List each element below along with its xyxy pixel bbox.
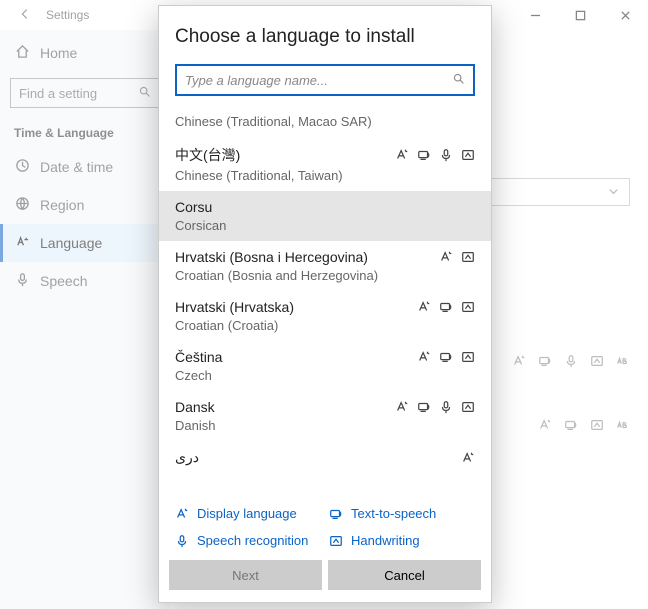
- language-item[interactable]: Hrvatski (Bosna i Hercegovina)Croatian (…: [159, 241, 491, 291]
- language-item[interactable]: ČeštinaCzech: [159, 341, 491, 391]
- language-search-input[interactable]: [175, 64, 475, 96]
- sidebar-item-label: Date & time: [40, 159, 113, 175]
- sidebar-item-label: Language: [40, 235, 102, 251]
- sidebar-item-speech[interactable]: Speech: [0, 262, 170, 300]
- search-icon: [138, 85, 151, 101]
- language-item[interactable]: Hrvatski (Hrvatska)Croatian (Croatia): [159, 291, 491, 341]
- back-icon[interactable]: [18, 7, 32, 24]
- sidebar-search-placeholder: Find a setting: [19, 86, 97, 101]
- maximize-button[interactable]: [558, 0, 603, 30]
- next-button[interactable]: Next: [169, 560, 322, 590]
- sidebar-item-region[interactable]: Region: [0, 186, 170, 224]
- globe-icon: [14, 196, 30, 214]
- clock-icon: [14, 158, 30, 176]
- sidebar-home[interactable]: Home: [0, 36, 170, 70]
- sidebar-item-label: Region: [40, 197, 84, 213]
- legend-speech: Speech recognition: [175, 533, 321, 548]
- sidebar-item-language[interactable]: Language: [0, 224, 170, 262]
- sidebar-home-label: Home: [40, 45, 77, 61]
- language-item[interactable]: CorsuCorsican: [159, 191, 491, 241]
- cancel-button[interactable]: Cancel: [328, 560, 481, 590]
- close-button[interactable]: [603, 0, 648, 30]
- language-item[interactable]: DanskDanish: [159, 391, 491, 441]
- app-title: Settings: [46, 8, 89, 22]
- dialog-title: Choose a language to install: [159, 6, 491, 58]
- home-icon: [14, 44, 30, 62]
- legend-tts: Text-to-speech: [329, 506, 475, 521]
- sidebar-item-datetime[interactable]: Date & time: [0, 148, 170, 186]
- language-item[interactable]: دری: [159, 441, 491, 474]
- mic-icon: [14, 272, 30, 290]
- language-item[interactable]: 中文(台灣)Chinese (Traditional, Taiwan): [159, 137, 491, 191]
- chevron-down-icon: [608, 185, 619, 200]
- language-item[interactable]: Chinese (Traditional, Macao SAR): [159, 106, 491, 137]
- settings-sidebar: Home Find a setting Time & Language Date…: [0, 30, 170, 609]
- language-list[interactable]: Chinese (Traditional, Macao SAR)中文(台灣)Ch…: [159, 106, 491, 498]
- language-icon: [14, 234, 30, 252]
- legend-display: Display language: [175, 506, 321, 521]
- sidebar-section-label: Time & Language: [0, 116, 170, 148]
- sidebar-item-label: Speech: [40, 273, 87, 289]
- legend-hand: Handwriting: [329, 533, 475, 548]
- install-language-dialog: Choose a language to install Chinese (Tr…: [158, 5, 492, 603]
- search-icon: [452, 72, 465, 88]
- minimize-button[interactable]: [513, 0, 558, 30]
- language-search-field[interactable]: [185, 73, 452, 88]
- feature-legend: Display language Text-to-speech Speech r…: [159, 498, 491, 560]
- sidebar-search[interactable]: Find a setting: [10, 78, 160, 108]
